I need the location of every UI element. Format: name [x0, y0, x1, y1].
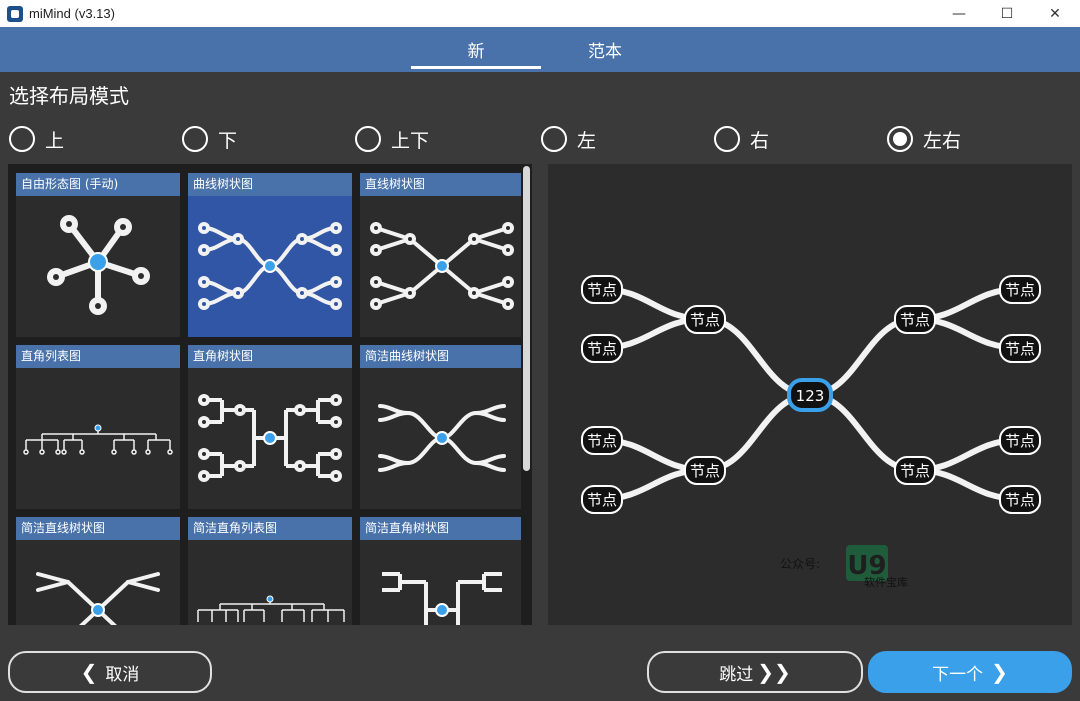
radio-left[interactable]: 左	[541, 124, 596, 154]
radio-label: 上	[45, 129, 65, 152]
next-button[interactable]: 下一个 ❯	[868, 651, 1072, 693]
straight-tree-layout-icon	[370, 222, 514, 310]
node-label: 节点	[587, 491, 617, 509]
tile-label: 直角列表图	[16, 345, 180, 368]
tile-label: 直线树状图	[360, 173, 524, 196]
tile-label: 直角树状图	[188, 345, 352, 368]
cancel-button[interactable]: ❮ 取消	[8, 651, 212, 693]
freeform-layout-icon	[47, 215, 150, 315]
radio-indicator[interactable]	[887, 126, 913, 152]
watermark-prefix: 公众号:	[780, 557, 820, 571]
node-label: 节点	[1005, 340, 1035, 358]
watermark: 公众号: U9 软件宝库	[780, 545, 908, 589]
tile-label: 简洁直角树状图	[360, 517, 524, 540]
mind-map-node: 节点	[581, 275, 623, 304]
node-label: 节点	[900, 462, 930, 480]
mind-map-node: 节点	[894, 456, 936, 485]
radio-indicator[interactable]	[355, 126, 381, 152]
root-node-label: 123	[796, 387, 825, 405]
layout-tile-orthogonal-tree[interactable]: 直角树状图	[188, 345, 352, 509]
node-label: 节点	[587, 340, 617, 358]
tile-label: 简洁直角列表图	[188, 517, 352, 540]
mind-map-root-node: 123	[787, 378, 833, 412]
simple-orthogonal-list-layout-icon	[197, 595, 345, 622]
tile-label: 简洁曲线树状图	[360, 345, 524, 368]
active-tab-indicator	[411, 66, 541, 69]
scrollbar-thumb[interactable]	[523, 166, 530, 471]
layout-tile-simple-orthogonal-list[interactable]: 简洁直角列表图	[188, 517, 352, 625]
curved-tree-layout-icon	[198, 222, 342, 310]
node-label: 节点	[1005, 432, 1035, 450]
next-label: 下一个	[932, 664, 984, 685]
radio-indicator[interactable]	[182, 126, 208, 152]
cancel-label: 取消	[105, 664, 140, 685]
node-label: 节点	[1005, 491, 1035, 509]
layout-tile-simple-orthogonal-tree[interactable]: 简洁直角树状图	[360, 517, 524, 625]
simple-orthogonal-tree-layout-icon	[382, 572, 502, 625]
layout-tile-orthogonal-list[interactable]: 直角列表图	[16, 345, 180, 509]
chevron-left-icon: ❮	[80, 660, 98, 684]
chevron-right-icon: ❯	[991, 660, 1008, 684]
mind-map-node: 节点	[999, 334, 1041, 363]
title-bar: miMind (v3.13) — ☐ ✕	[0, 0, 1080, 27]
layout-tile-curved-tree[interactable]: 曲线树状图	[188, 173, 352, 337]
mind-map-node: 节点	[999, 275, 1041, 304]
tile-label: 简洁直线树状图	[16, 517, 180, 540]
tab-templates[interactable]: 范本	[540, 27, 670, 72]
radio-right[interactable]: 右	[714, 124, 769, 154]
radio-label: 右	[750, 129, 770, 152]
radio-indicator[interactable]	[9, 126, 35, 152]
radio-label: 左	[577, 129, 597, 152]
layout-tile-freeform[interactable]: 自由形态图 (手动)	[16, 173, 180, 337]
minimize-icon[interactable]: —	[934, 0, 984, 27]
radio-up[interactable]: 上	[9, 124, 64, 154]
mind-map-node: 节点	[581, 485, 623, 514]
layout-tile-simple-straight-tree[interactable]: 简洁直线树状图	[16, 517, 180, 625]
simple-curved-tree-layout-icon	[378, 404, 506, 472]
mind-map-node: 节点	[999, 426, 1041, 455]
radio-up-down[interactable]: 上下	[355, 124, 429, 154]
skip-label: 跳过	[719, 664, 754, 685]
mind-map-node: 节点	[581, 426, 623, 455]
skip-button[interactable]: 跳过 ❯❯	[647, 651, 863, 693]
close-icon[interactable]: ✕	[1030, 0, 1080, 27]
window-title: miMind (v3.13)	[29, 6, 115, 21]
orthogonal-tree-layout-icon	[198, 394, 342, 482]
gallery-scrollbar[interactable]	[521, 164, 532, 625]
layout-tile-simple-curved-tree[interactable]: 简洁曲线树状图	[360, 345, 524, 509]
node-label: 节点	[900, 311, 930, 329]
radio-down[interactable]: 下	[182, 124, 237, 154]
page-title: 选择布局模式	[9, 84, 129, 108]
node-label: 节点	[690, 311, 720, 329]
layout-gallery: 自由形态图 (手动) 曲线树状图 直线树状图 直角列表图 直角树状图 简洁曲线树…	[8, 164, 532, 625]
mind-map-node: 节点	[894, 305, 936, 334]
node-label: 节点	[1005, 281, 1035, 299]
mind-map-node: 节点	[581, 334, 623, 363]
app-icon	[7, 5, 23, 22]
tile-label: 曲线树状图	[188, 173, 352, 196]
node-label: 节点	[587, 281, 617, 299]
radio-label: 左右	[923, 129, 962, 152]
orthogonal-list-layout-icon	[23, 424, 173, 455]
maximize-icon[interactable]: ☐	[982, 0, 1032, 27]
radio-indicator[interactable]	[714, 126, 740, 152]
layout-tile-straight-tree[interactable]: 直线树状图	[360, 173, 524, 337]
watermark-subtitle: 软件宝库	[864, 575, 908, 589]
node-label: 节点	[690, 462, 720, 480]
layout-preview: 节点 节点 节点 节点 节点 节点 节点 节点 节点 节点 节点 节点 123 …	[548, 164, 1072, 625]
radio-indicator[interactable]	[541, 126, 567, 152]
mind-map-node: 节点	[684, 305, 726, 334]
mind-map-node: 节点	[684, 456, 726, 485]
mind-map-node: 节点	[999, 485, 1041, 514]
simple-straight-tree-layout-icon	[36, 572, 160, 625]
double-chevron-right-icon: ❯❯	[757, 660, 791, 684]
node-label: 节点	[587, 432, 617, 450]
tile-label: 自由形态图 (手动)	[16, 173, 180, 196]
tab-bar: 新 范本	[0, 27, 1080, 72]
radio-label: 上下	[391, 129, 430, 152]
mind-map-preview: 节点 节点 节点 节点 节点 节点 节点 节点 节点 节点 节点 节点 123 …	[581, 275, 1041, 589]
radio-left-right[interactable]: 左右	[887, 124, 961, 154]
radio-label: 下	[218, 129, 238, 152]
